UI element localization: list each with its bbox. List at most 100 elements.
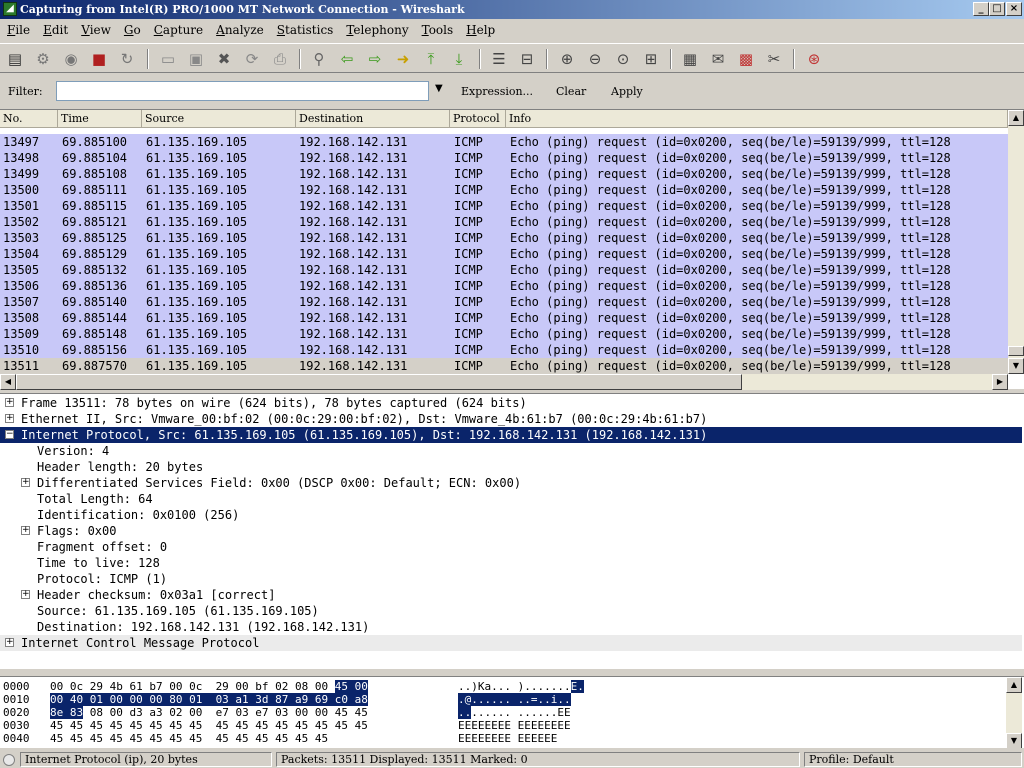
- capture-options-icon[interactable]: ⚙: [33, 49, 53, 69]
- packet-row[interactable]: 13500 69.885111 61.135.169.105 192.168.142.…: [0, 182, 1008, 198]
- detail-row[interactable]: + Flags: 0x00: [0, 523, 1022, 539]
- hscroll-thumb[interactable]: [16, 374, 742, 390]
- expand-icon[interactable]: +: [5, 414, 14, 423]
- expand-icon[interactable]: +: [5, 638, 14, 647]
- filter-dropdown-icon[interactable]: ▼: [435, 83, 443, 94]
- expand-icon[interactable]: +: [21, 478, 30, 487]
- detail-row[interactable]: Source: 61.135.169.105 (61.135.169.105): [0, 603, 1022, 619]
- colorize-icon[interactable]: ☰: [489, 49, 509, 69]
- interface-list-icon[interactable]: ▤: [5, 49, 25, 69]
- bytes-hex[interactable]: 45 45 45 45 45 45 45 45 45 45 45 45 45 4…: [50, 719, 368, 732]
- close-file-icon[interactable]: ✖: [214, 49, 234, 69]
- auto-scroll-icon[interactable]: ⊟: [517, 49, 537, 69]
- first-packet-icon[interactable]: ⤒: [421, 49, 441, 69]
- zoom-out-icon[interactable]: ⊖: [585, 49, 605, 69]
- detail-row[interactable]: Header length: 20 bytes: [0, 459, 1022, 475]
- coloring-rules-icon[interactable]: ▩: [736, 49, 756, 69]
- capture-filters-icon[interactable]: ▦: [680, 49, 700, 69]
- expand-icon[interactable]: +: [21, 526, 30, 535]
- packet-row[interactable]: 13506 69.885136 61.135.169.105 192.168.142.…: [0, 278, 1008, 294]
- packet-row[interactable]: 13504 69.885129 61.135.169.105 192.168.142.…: [0, 246, 1008, 262]
- packet-row[interactable]: 13508 69.885144 61.135.169.105 192.168.142.…: [0, 310, 1008, 326]
- vscroll-thumb[interactable]: [1008, 346, 1024, 356]
- detail-row[interactable]: Destination: 192.168.142.131 (192.168.14…: [0, 619, 1022, 635]
- last-packet-icon[interactable]: ⤓: [449, 49, 469, 69]
- bytes-hex[interactable]: 45 45 45 45 45 45 45 45 45 45 45 45 45 4…: [50, 732, 328, 745]
- go-back-icon[interactable]: ⇦: [337, 49, 357, 69]
- expression-button[interactable]: Expression...: [461, 85, 533, 98]
- column-header-protocol[interactable]: Protocol: [450, 110, 506, 128]
- preferences-icon[interactable]: ✂: [764, 49, 784, 69]
- detail-row[interactable]: − Internet Protocol, Src: 61.135.169.105 …: [0, 427, 1022, 443]
- detail-row[interactable]: Version: 4: [0, 443, 1022, 459]
- minimize-button[interactable]: _: [973, 2, 989, 16]
- start-capture-icon[interactable]: ◉: [61, 49, 81, 69]
- menu-capture[interactable]: Capture: [147, 19, 209, 41]
- bytes-ascii[interactable]: ........ ......EE: [458, 706, 571, 719]
- find-packet-icon[interactable]: ⚲: [309, 49, 329, 69]
- restart-capture-icon[interactable]: ↻: [117, 49, 137, 69]
- scroll-down-icon[interactable]: ▼: [1008, 358, 1024, 374]
- detail-row[interactable]: Fragment offset: 0: [0, 539, 1022, 555]
- print-icon[interactable]: ⎙: [270, 49, 290, 69]
- scroll-left-icon[interactable]: ◀: [0, 374, 16, 390]
- column-header-time[interactable]: Time: [58, 110, 142, 128]
- menu-file[interactable]: File: [0, 19, 36, 41]
- menu-analyze[interactable]: Analyze: [209, 19, 270, 41]
- menu-view[interactable]: View: [74, 19, 117, 41]
- packet-row[interactable]: 13505 69.885132 61.135.169.105 192.168.142.…: [0, 262, 1008, 278]
- bytes-ascii[interactable]: ..)Ka... ).......E.: [458, 680, 584, 693]
- packet-row[interactable]: 13510 69.885156 61.135.169.105 192.168.142.…: [0, 342, 1008, 358]
- bytes-ascii[interactable]: EEEEEEEE EEEEEE: [458, 732, 557, 745]
- expert-info-icon[interactable]: [3, 754, 15, 766]
- menu-edit[interactable]: Edit: [36, 19, 74, 41]
- menu-statistics[interactable]: Statistics: [270, 19, 340, 41]
- status-profile[interactable]: Profile: Default: [804, 752, 1022, 767]
- menu-help[interactable]: Help: [459, 19, 501, 41]
- column-header-no[interactable]: No.: [0, 110, 58, 128]
- scroll-down-icon[interactable]: ▼: [1006, 733, 1022, 748]
- packet-row[interactable]: 13511 69.887570 61.135.169.105 192.168.142.…: [0, 358, 1008, 374]
- normal-size-icon[interactable]: ⊙: [613, 49, 633, 69]
- apply-button[interactable]: Apply: [611, 85, 643, 98]
- go-to-packet-icon[interactable]: ➜: [393, 49, 413, 69]
- menu-telephony[interactable]: Telephony: [339, 19, 414, 41]
- menu-go[interactable]: Go: [117, 19, 147, 41]
- scroll-up-icon[interactable]: ▲: [1006, 677, 1022, 693]
- open-file-icon[interactable]: ▭: [158, 49, 178, 69]
- reload-icon[interactable]: ⟳: [242, 49, 262, 69]
- expand-icon[interactable]: +: [21, 590, 30, 599]
- column-header-source[interactable]: Source: [142, 110, 296, 128]
- detail-row[interactable]: + Differentiated Services Field: 0x00 (DS…: [0, 475, 1022, 491]
- stop-capture-icon[interactable]: ■: [89, 49, 109, 69]
- packet-row[interactable]: 13498 69.885104 61.135.169.105 192.168.142.…: [0, 150, 1008, 166]
- packet-row[interactable]: 13497 69.885100 61.135.169.105 192.168.142.…: [0, 134, 1008, 150]
- packet-list-hscrollbar[interactable]: ◀ ▶: [0, 374, 1008, 390]
- column-header-info[interactable]: Info: [506, 110, 1008, 128]
- detail-row[interactable]: + Ethernet II, Src: Vmware_00:bf:02 (00:0…: [0, 411, 1022, 427]
- scroll-right-icon[interactable]: ▶: [992, 374, 1008, 390]
- bytes-ascii[interactable]: .@...... ..=..i..: [458, 693, 571, 706]
- detail-row[interactable]: + Internet Control Message Protocol: [0, 635, 1022, 651]
- scroll-up-icon[interactable]: ▲: [1008, 110, 1024, 126]
- detail-row[interactable]: Protocol: ICMP (1): [0, 571, 1022, 587]
- bytes-hex[interactable]: 00 0c 29 4b 61 b7 00 0c 29 00 bf 02 08 0…: [50, 680, 368, 693]
- bytes-ascii[interactable]: EEEEEEEE EEEEEEEE: [458, 719, 571, 732]
- menu-tools[interactable]: Tools: [415, 19, 460, 41]
- bytes-vscrollbar[interactable]: ▲ ▼: [1006, 677, 1022, 748]
- go-forward-icon[interactable]: ⇨: [365, 49, 385, 69]
- detail-row[interactable]: Identification: 0x0100 (256): [0, 507, 1022, 523]
- detail-row[interactable]: Time to live: 128: [0, 555, 1022, 571]
- packet-row[interactable]: 13499 69.885108 61.135.169.105 192.168.142.…: [0, 166, 1008, 182]
- collapse-icon[interactable]: −: [5, 430, 14, 439]
- detail-row[interactable]: + Header checksum: 0x03a1 [correct]: [0, 587, 1022, 603]
- detail-row[interactable]: Total Length: 64: [0, 491, 1022, 507]
- zoom-in-icon[interactable]: ⊕: [557, 49, 577, 69]
- expand-icon[interactable]: +: [5, 398, 14, 407]
- packet-list-vscrollbar[interactable]: ▲ ▼: [1008, 110, 1024, 374]
- packet-row[interactable]: 13503 69.885125 61.135.169.105 192.168.142.…: [0, 230, 1008, 246]
- save-file-icon[interactable]: ▣: [186, 49, 206, 69]
- bytes-hex[interactable]: 8e 83 08 00 d3 a3 02 00 e7 03 e7 03 00 0…: [50, 706, 368, 719]
- column-header-destination[interactable]: Destination: [296, 110, 450, 128]
- maximize-button[interactable]: □: [989, 2, 1005, 16]
